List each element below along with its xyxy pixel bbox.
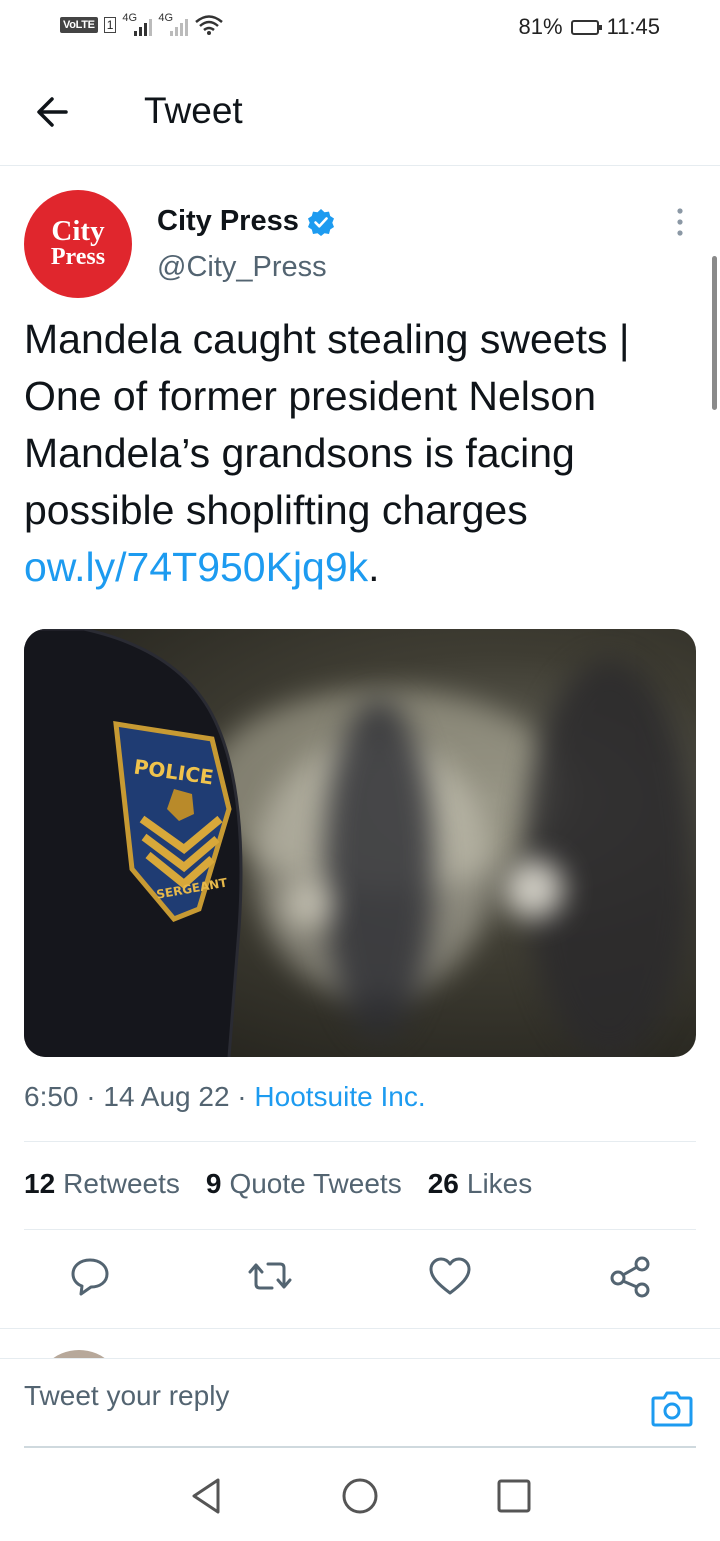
likes-label: Likes: [466, 1168, 533, 1199]
network-type-1: 4G: [122, 12, 138, 24]
wifi-icon: [195, 15, 224, 35]
page-title: Tweet: [144, 90, 243, 131]
arrow-left-icon[interactable]: [30, 90, 82, 134]
quotes-stat[interactable]: 9 Quote Tweets: [206, 1168, 402, 1200]
system-nav-bar: [0, 1450, 720, 1541]
status-right: 81% 11:45: [519, 14, 660, 40]
retweets-stat[interactable]: 12 Retweets: [24, 1168, 180, 1200]
author-name-text: City Press: [157, 205, 299, 237]
reply-underline: [24, 1446, 696, 1448]
status-left: VoLTE 1 4G 4G: [60, 12, 224, 36]
quotes-label: Quote Tweets: [229, 1168, 402, 1199]
retweets-count: 12: [24, 1168, 56, 1199]
reply-input[interactable]: Tweet your reply: [24, 1380, 229, 1412]
police-shoulder-illustration: POLICE SERGEANT: [24, 629, 243, 1057]
tweet-text-end: .: [368, 544, 380, 590]
author-handle[interactable]: @City_Press: [157, 251, 327, 284]
tweet-date: 14 Aug 22: [103, 1081, 230, 1112]
divider: [24, 1141, 696, 1142]
tweet-source-link[interactable]: Hootsuite Inc.: [254, 1081, 425, 1112]
divider: [24, 1229, 696, 1230]
top-app-bar: Tweet: [0, 56, 720, 166]
signal-strength-icon-2: 4G: [158, 12, 189, 36]
tweet-actions: [0, 1252, 720, 1308]
divider: [0, 1328, 720, 1329]
network-type-2: 4G: [158, 12, 174, 24]
author-name[interactable]: City Press: [157, 205, 335, 238]
more-vertical-icon[interactable]: [668, 206, 692, 238]
tweet-image[interactable]: POLICE SERGEANT: [24, 629, 696, 1057]
battery-icon: [570, 19, 602, 35]
home-circle-icon[interactable]: [340, 1476, 380, 1516]
sim-slot-indicator: 1: [103, 17, 117, 33]
volte-indicator: VoLTE: [60, 17, 98, 33]
avatar[interactable]: City Press: [24, 190, 132, 298]
verified-badge-icon: [307, 208, 334, 236]
tweet-meta: 6:50 · 14 Aug 22 · Hootsuite Inc.: [24, 1081, 426, 1113]
next-reply-peek: [0, 1330, 720, 1358]
signal-strength-icon: 4G: [122, 12, 153, 36]
share-icon[interactable]: [606, 1252, 654, 1300]
camera-icon[interactable]: [650, 1386, 694, 1430]
recents-square-icon[interactable]: [494, 1476, 534, 1516]
meta-separator: ·: [86, 1081, 96, 1112]
like-icon[interactable]: [426, 1252, 474, 1300]
avatar-line-2: Press: [50, 244, 106, 270]
retweets-label: Retweets: [63, 1168, 180, 1199]
tweet-text: Mandela caught stealing sweets | One of …: [24, 311, 696, 596]
quotes-count: 9: [205, 1168, 222, 1199]
tweet-stats: 12 Retweets 9 Quote Tweets 26 Likes: [24, 1168, 532, 1200]
reply-icon[interactable]: [66, 1252, 114, 1300]
back-triangle-icon[interactable]: [186, 1476, 226, 1516]
meta-separator-2: ·: [237, 1081, 247, 1112]
avatar-line-1: City: [51, 215, 105, 247]
retweet-icon[interactable]: [246, 1252, 294, 1300]
likes-count: 26: [427, 1168, 459, 1199]
likes-stat[interactable]: 26 Likes: [428, 1168, 533, 1200]
tweet-link[interactable]: ow.ly/74T950Kjq9k: [24, 544, 368, 590]
status-bar: VoLTE 1 4G 4G 81% 11:45: [0, 0, 720, 56]
reply-avatar: [34, 1350, 124, 1358]
tweet-time: 6:50: [24, 1081, 79, 1112]
battery-percent: 81%: [518, 14, 563, 39]
clock: 11:45: [606, 14, 660, 39]
scrollbar-thumb[interactable]: [712, 256, 717, 410]
tweet-body: Mandela caught stealing sweets | One of …: [24, 316, 630, 533]
